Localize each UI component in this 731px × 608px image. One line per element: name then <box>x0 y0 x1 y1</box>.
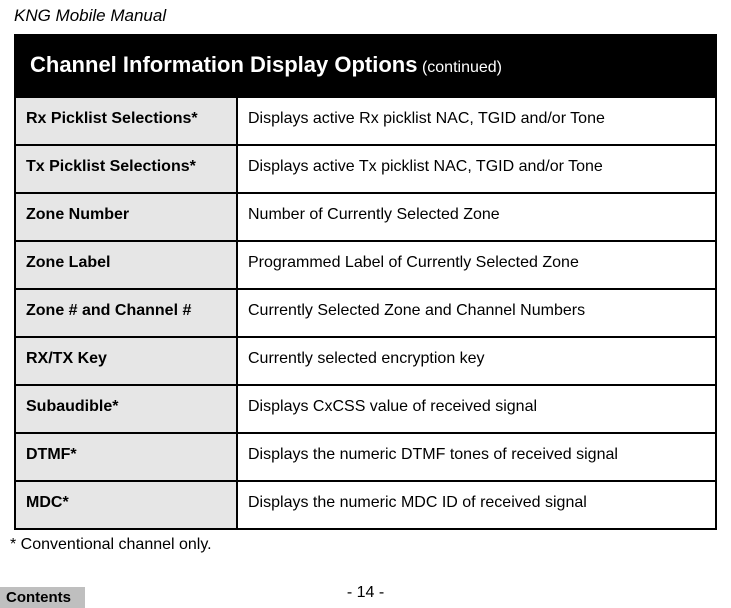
option-desc: Currently selected encryption key <box>238 338 715 384</box>
option-label: Tx Picklist Selections* <box>16 146 238 192</box>
table-row: RX/TX Key Currently selected encryption … <box>16 336 715 384</box>
options-table: Channel Information Display Options (con… <box>14 34 717 530</box>
option-label: RX/TX Key <box>16 338 238 384</box>
table-row: MDC* Displays the numeric MDC ID of rece… <box>16 480 715 528</box>
option-desc: Displays active Rx picklist NAC, TGID an… <box>238 98 715 144</box>
option-desc: Currently Selected Zone and Channel Numb… <box>238 290 715 336</box>
option-desc: Programmed Label of Currently Selected Z… <box>238 242 715 288</box>
option-desc: Displays active Tx picklist NAC, TGID an… <box>238 146 715 192</box>
option-desc: Displays the numeric DTMF tones of recei… <box>238 434 715 480</box>
table-row: Subaudible* Displays CxCSS value of rece… <box>16 384 715 432</box>
section-title-sub: (continued) <box>422 59 502 76</box>
table-row: Tx Picklist Selections* Displays active … <box>16 144 715 192</box>
option-desc: Displays the numeric MDC ID of received … <box>238 482 715 528</box>
page-header: KNG Mobile Manual <box>0 0 731 34</box>
section-header: Channel Information Display Options (con… <box>16 36 715 96</box>
option-label: Zone Number <box>16 194 238 240</box>
page-footer: - 14 - Contents <box>0 580 731 608</box>
footnote: * Conventional channel only. <box>0 530 731 554</box>
option-label: Zone Label <box>16 242 238 288</box>
option-desc: Number of Currently Selected Zone <box>238 194 715 240</box>
option-label: DTMF* <box>16 434 238 480</box>
table-row: Zone Number Number of Currently Selected… <box>16 192 715 240</box>
section-title-main: Channel Information Display Options <box>30 52 417 77</box>
option-desc: Displays CxCSS value of received signal <box>238 386 715 432</box>
option-label: Rx Picklist Selections* <box>16 98 238 144</box>
page-number: - 14 - <box>0 584 731 602</box>
table-row: DTMF* Displays the numeric DTMF tones of… <box>16 432 715 480</box>
contents-button[interactable]: Contents <box>0 587 85 608</box>
table-row: Rx Picklist Selections* Displays active … <box>16 96 715 144</box>
option-label: MDC* <box>16 482 238 528</box>
table-row: Zone Label Programmed Label of Currently… <box>16 240 715 288</box>
option-label: Subaudible* <box>16 386 238 432</box>
table-row: Zone # and Channel # Currently Selected … <box>16 288 715 336</box>
option-label: Zone # and Channel # <box>16 290 238 336</box>
